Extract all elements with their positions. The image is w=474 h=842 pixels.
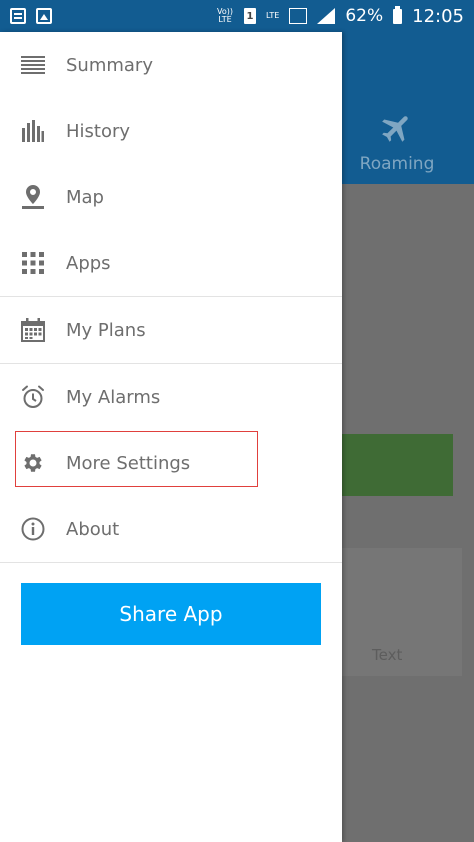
drawer-item-history[interactable]: History [0,98,342,164]
bar-chart-icon [20,118,46,144]
drawer-item-my-alarms[interactable]: My Alarms [0,364,342,430]
clock: 12:05 [412,5,464,27]
lte-indicator: LTE [266,11,280,20]
drawer-item-more-settings[interactable]: More Settings [0,430,342,496]
roaming-tab: Roaming [342,110,452,174]
background-card-text: Text [372,646,403,664]
airplane-icon [342,110,452,146]
drawer-item-label: History [66,120,131,142]
notification-icon [10,8,26,24]
status-bar: Vo)) LTE 1 LTE 62% 12:05 [0,0,474,32]
list-icon [20,52,46,78]
sim-indicator: 1 [244,8,257,24]
drawer-item-label: Summary [66,54,153,76]
share-section: Share App [0,563,342,645]
signal-box-icon [289,8,308,24]
volte-indicator: Vo)) LTE [217,7,234,24]
drawer-item-about[interactable]: About [0,496,342,562]
share-app-button[interactable]: Share App [21,583,321,645]
roaming-label: Roaming [359,154,435,174]
drawer-item-label: Map [66,186,104,208]
battery-percent: 62% [345,6,384,26]
drawer-item-map[interactable]: Map [0,164,342,230]
drawer-item-apps[interactable]: Apps [0,230,342,296]
background-green-panel [342,434,453,496]
drawer-item-label: My Plans [66,319,146,341]
drawer-item-label: My Alarms [66,386,161,408]
drawer-item-summary[interactable]: Summary [0,32,342,98]
signal-strength-icon [317,8,336,24]
grid-icon [20,250,46,276]
drawer-item-label: Apps [66,252,111,274]
background-card: Text [342,548,462,676]
navigation-drawer: Summary History Map Apps My Plans My Ala… [0,32,342,842]
drawer-item-label: About [66,518,120,540]
drawer-item-my-plans[interactable]: My Plans [0,297,342,363]
info-icon [20,516,46,542]
map-pin-icon [20,184,46,210]
image-notification-icon [36,8,52,24]
drawer-item-label: More Settings [66,452,191,474]
gear-icon [20,450,46,476]
battery-icon [393,5,403,24]
calendar-icon [20,317,46,343]
alarm-clock-icon [20,384,46,410]
